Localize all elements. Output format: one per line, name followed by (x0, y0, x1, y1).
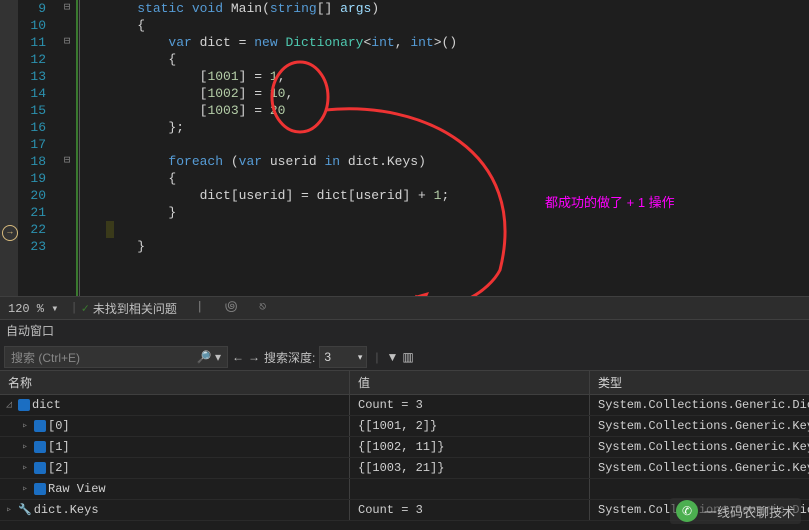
header-value[interactable]: 值 (350, 371, 590, 394)
search-input[interactable]: 搜索 (Ctrl+E) 🔎 ▾ (4, 346, 228, 368)
breakpoint-icon[interactable]: → (2, 225, 18, 241)
row-value (350, 479, 590, 499)
row-value: Count = 3 (350, 395, 590, 415)
cube-icon (34, 483, 46, 495)
status-text: 未找到相关问题 (93, 300, 177, 317)
expander-icon[interactable]: ▹ (22, 483, 32, 495)
row-name: dict.Keys (34, 503, 99, 517)
row-value: {[1001, 2]} (350, 416, 590, 436)
breakpoint-gutter[interactable]: → (0, 0, 18, 296)
row-name: [0] (48, 419, 70, 433)
row-name: [1] (48, 440, 70, 454)
wechat-icon: ✆ (676, 500, 698, 522)
table-row[interactable]: ▹ [2] {[1003, 21]}System.Collections.Gener… (0, 458, 809, 479)
row-type: System.Collections.Generic.KeyValuePair (590, 416, 809, 436)
annotation-text: 都成功的做了 + 1 操作 (545, 192, 675, 211)
code-editor[interactable]: → 91011121314151617181920212223 ⊟⊟⊟ stat… (0, 0, 809, 296)
autos-header: 名称 值 类型 (0, 370, 809, 395)
expander-icon[interactable]: ▹ (22, 441, 32, 453)
autos-toolbar: 搜索 (Ctrl+E) 🔎 ▾ ← → 搜索深度: 3▾ | ▼ ▥ (0, 344, 809, 370)
row-name: Raw View (48, 482, 106, 496)
row-value: Count = 3 (350, 500, 590, 520)
column-icon[interactable]: ▥ (402, 350, 413, 364)
table-row[interactable]: ◿ dict Count = 3System.Collections.Generic… (0, 395, 809, 416)
cube-icon (34, 462, 46, 474)
row-type (590, 479, 809, 499)
status-ok-icon: ✓ (82, 301, 93, 316)
cube-icon (18, 399, 30, 411)
row-name: [2] (48, 461, 70, 475)
header-type[interactable]: 类型 (590, 371, 809, 394)
cube-icon (34, 441, 46, 453)
depth-label: 搜索深度: (264, 349, 315, 366)
expander-icon[interactable]: ◿ (6, 399, 16, 411)
autos-panel-title: 自动窗口 (0, 319, 809, 344)
table-row[interactable]: ▹ Raw View (0, 479, 809, 500)
status-tools[interactable]: | ಄ ⎋ (177, 299, 266, 317)
row-type: System.Collections.Generic.KeyValuePair (590, 437, 809, 457)
filter-icon[interactable]: ▼ (386, 350, 398, 364)
cube-icon (34, 420, 46, 432)
row-name: dict (32, 398, 61, 412)
nav-prev-icon[interactable]: ← (232, 350, 244, 364)
depth-select[interactable]: 3▾ (319, 346, 367, 368)
expander-icon[interactable]: ▹ (6, 504, 16, 516)
zoom-level[interactable]: 120 % ▾ (0, 301, 66, 316)
expander-icon[interactable]: ▹ (22, 462, 32, 474)
wrench-icon: 🔧 (18, 503, 32, 517)
editor-status-bar: 120 % ▾ | ✓ 未找到相关问题 | ಄ ⎋ (0, 296, 809, 319)
row-type: System.Collections.Generic.KeyValuePair (590, 458, 809, 478)
header-name[interactable]: 名称 (0, 371, 350, 394)
table-row[interactable]: ▹ [1] {[1002, 11]}System.Collections.Gener… (0, 437, 809, 458)
nav-next-icon[interactable]: → (248, 350, 260, 364)
fold-gutter[interactable]: ⊟⊟⊟ (58, 0, 76, 296)
code-area[interactable]: static void Main(string[] args) { var di… (76, 0, 457, 296)
table-row[interactable]: ▹ [0] {[1001, 2]}System.Collections.Generi… (0, 416, 809, 437)
row-value: {[1003, 21]} (350, 458, 590, 478)
watermark: ✆ 一线码农聊技术 (670, 498, 801, 524)
expander-icon[interactable]: ▹ (22, 420, 32, 432)
row-type: System.Collections.Generic.Dictionary (590, 395, 809, 415)
row-value: {[1002, 11]} (350, 437, 590, 457)
search-icon[interactable]: 🔎 ▾ (197, 350, 221, 364)
